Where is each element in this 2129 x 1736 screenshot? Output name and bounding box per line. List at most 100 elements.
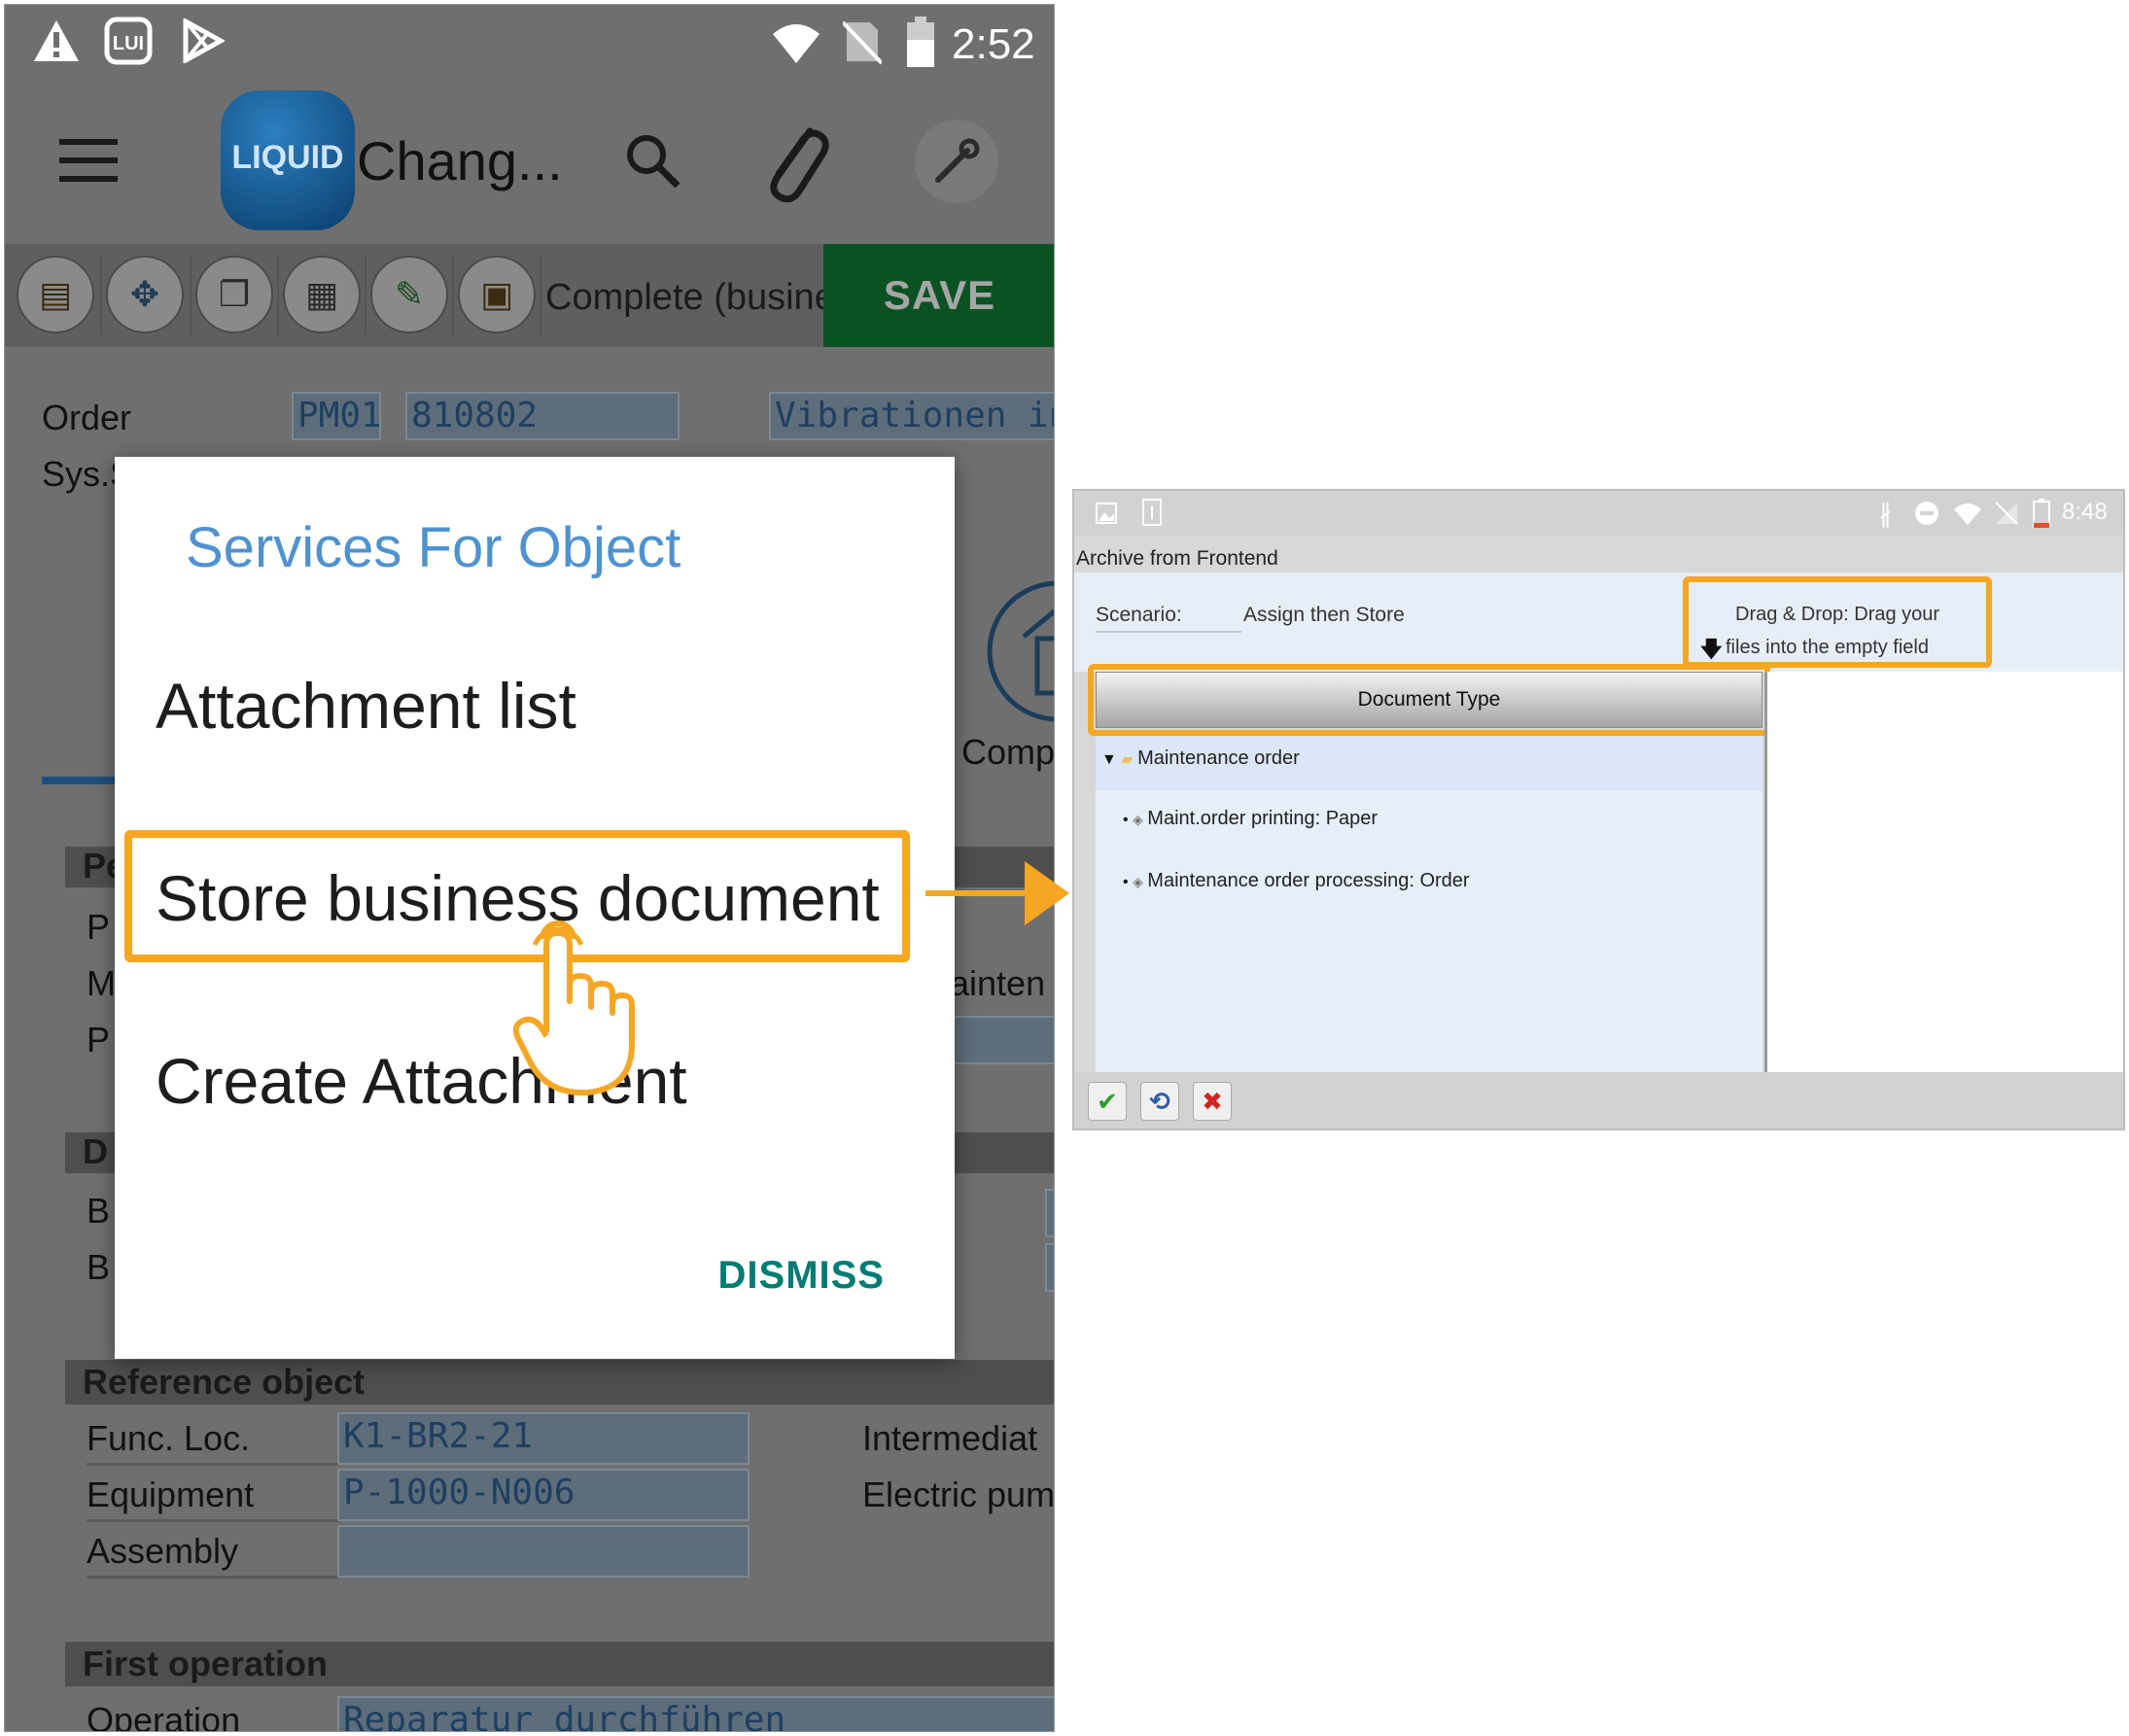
dialog-title: Services For Object: [186, 516, 681, 579]
status-bar: LUI 2:52: [5, 5, 1054, 83]
toolbar-separator: [452, 256, 454, 335]
undo-icon: ⟲: [1149, 1086, 1170, 1116]
folder-icon: ▰: [1121, 751, 1134, 768]
tree-node-label: Maintenance order: [1137, 747, 1300, 769]
tree-node-root[interactable]: ▼ ▰ Maintenance order: [1101, 747, 1300, 770]
row-label-m: M: [87, 963, 116, 1003]
drop-zone[interactable]: [1764, 672, 2123, 1072]
toolbar-separator: [365, 256, 366, 335]
order-number-field[interactable]: 810802: [405, 392, 680, 440]
liquid-logo: LIQUID: [221, 90, 355, 230]
func-loc-description: Intermediat: [862, 1418, 1038, 1458]
battery-low-icon: [2033, 499, 2050, 528]
undo-button[interactable]: ⟲: [1140, 1082, 1179, 1121]
tap-hand-icon: [513, 920, 635, 1096]
tab-underline: [42, 777, 120, 784]
background-field-1[interactable]: [950, 1016, 1054, 1064]
tablet-status-time: 8:48: [2062, 499, 2108, 525]
tablet-screen: ∦ 8:48 Archive from Frontend Scenario: A…: [1072, 489, 2125, 1130]
wrench-icon: [935, 138, 980, 183]
tablet-status-bar: ∦ 8:48: [1074, 491, 2123, 536]
equipment-label: Equipment: [87, 1475, 339, 1522]
row-label-b1: B: [87, 1191, 111, 1231]
reference-object-header: Reference object: [65, 1360, 1054, 1405]
house-status-icon: [987, 580, 1054, 722]
operation-label: Operation: [87, 1700, 241, 1732]
warning-icon: [34, 20, 79, 61]
tree-node-child[interactable]: • ◈ Maintenance order processing: Order: [1123, 870, 1470, 892]
image-notification-icon: [1096, 503, 1117, 524]
toolbar-separator: [277, 256, 279, 335]
window-title: Archive from Frontend: [1076, 547, 1278, 570]
equipment-description: Electric pum: [862, 1475, 1055, 1514]
tree-node-label: Maintenance order processing: Order: [1147, 870, 1470, 891]
print-icon: ▤: [38, 274, 72, 314]
svg-text:LUI: LUI: [113, 33, 144, 54]
toolbar-separator: [100, 256, 102, 335]
save-button[interactable]: SAVE: [823, 244, 1054, 347]
status-text: Complete (busine: [545, 277, 823, 318]
first-operation-header: First operation: [65, 1642, 1054, 1686]
tree-node-label: Maint.order printing: Paper: [1147, 808, 1379, 829]
background-field-3[interactable]: [1045, 1243, 1054, 1292]
func-loc-field[interactable]: K1-BR2-21: [337, 1412, 750, 1465]
toolbar-button-6[interactable]: ▣: [458, 256, 536, 333]
copy-icon: ❐: [218, 274, 251, 314]
tablet-footer-toolbar: ✔ ⟲ ✖: [1074, 1072, 2123, 1128]
toolbar-separator: [190, 256, 192, 335]
bluetooth-icon: ∦: [1879, 499, 1892, 528]
no-sim-icon: [843, 20, 882, 65]
row-label-b2: B: [87, 1247, 111, 1287]
confirm-button[interactable]: ✔: [1088, 1082, 1127, 1121]
search-icon[interactable]: [623, 131, 681, 190]
confirm-icon: ✔: [1097, 1086, 1118, 1116]
app-title: Chang...: [357, 130, 563, 191]
func-loc-label: Func. Loc.: [87, 1418, 339, 1466]
settings-tool-button[interactable]: [915, 120, 998, 203]
logo-text: LIQUID: [231, 139, 344, 176]
document-icon: ◈: [1133, 812, 1143, 827]
edit-check-icon: ✎: [394, 274, 425, 314]
bullet-icon: •: [1123, 874, 1129, 890]
app-bar: LIQUID Chang...: [5, 83, 1054, 244]
toolbar-button-2[interactable]: ✥: [106, 256, 184, 333]
toolbar-button-3[interactable]: ❐: [195, 256, 273, 333]
operation-field[interactable]: Reparatur durchführen: [337, 1696, 1054, 1731]
attachment-list-item[interactable]: Attachment list: [156, 669, 576, 743]
menu-icon[interactable]: [59, 139, 118, 182]
liquid-ui-notification-icon: LUI: [104, 17, 153, 65]
dismiss-button[interactable]: DISMISS: [718, 1254, 885, 1298]
expand-triangle-icon[interactable]: ▼: [1101, 751, 1117, 768]
background-field-2[interactable]: [1045, 1189, 1054, 1237]
cancel-icon: ✖: [1202, 1086, 1223, 1116]
assembly-field[interactable]: [337, 1525, 750, 1578]
toolbar: ▤ ✥ ❐ ▦ ✎ ▣ Complete (busine SAVE: [5, 244, 1054, 347]
info-notification-icon: [1142, 499, 1162, 526]
document-type-highlight: [1088, 664, 1770, 736]
toolbar-button-1[interactable]: ▤: [17, 256, 94, 333]
scenario-value: Assign then Store: [1243, 604, 1405, 626]
toolbar-button-5[interactable]: ✎: [370, 256, 448, 333]
order-type-field[interactable]: PM01: [292, 392, 381, 440]
play-store-icon: [183, 18, 225, 63]
tree-node-child[interactable]: • ◈ Maint.order printing: Paper: [1123, 808, 1378, 830]
toolbar-separator: [540, 256, 541, 335]
equipment-field[interactable]: P-1000-N006: [337, 1469, 750, 1521]
row-label-p2: P: [87, 1020, 111, 1059]
scenario-label: Scenario:: [1096, 604, 1182, 626]
status-time: 2:52: [952, 20, 1035, 68]
flow-arrow-line: [925, 890, 1032, 896]
attachment-icon[interactable]: [759, 118, 831, 205]
flow-arrow-icon: [1025, 861, 1069, 925]
network-icon: ✥: [129, 274, 160, 314]
maintenance-text: ainten: [950, 963, 1046, 1003]
order-description-field[interactable]: Vibrationen in: [769, 392, 1054, 440]
toolbar-button-4[interactable]: ▦: [283, 256, 361, 333]
order-label: Order: [42, 398, 132, 437]
drag-drop-hint-line2: files into the empty field: [1726, 637, 1929, 658]
do-not-disturb-icon: [1915, 502, 1938, 525]
scenario-label-underline: [1096, 631, 1241, 633]
assembly-label: Assembly: [87, 1531, 339, 1579]
cancel-button[interactable]: ✖: [1193, 1082, 1232, 1121]
document-icon: ◈: [1133, 874, 1143, 889]
